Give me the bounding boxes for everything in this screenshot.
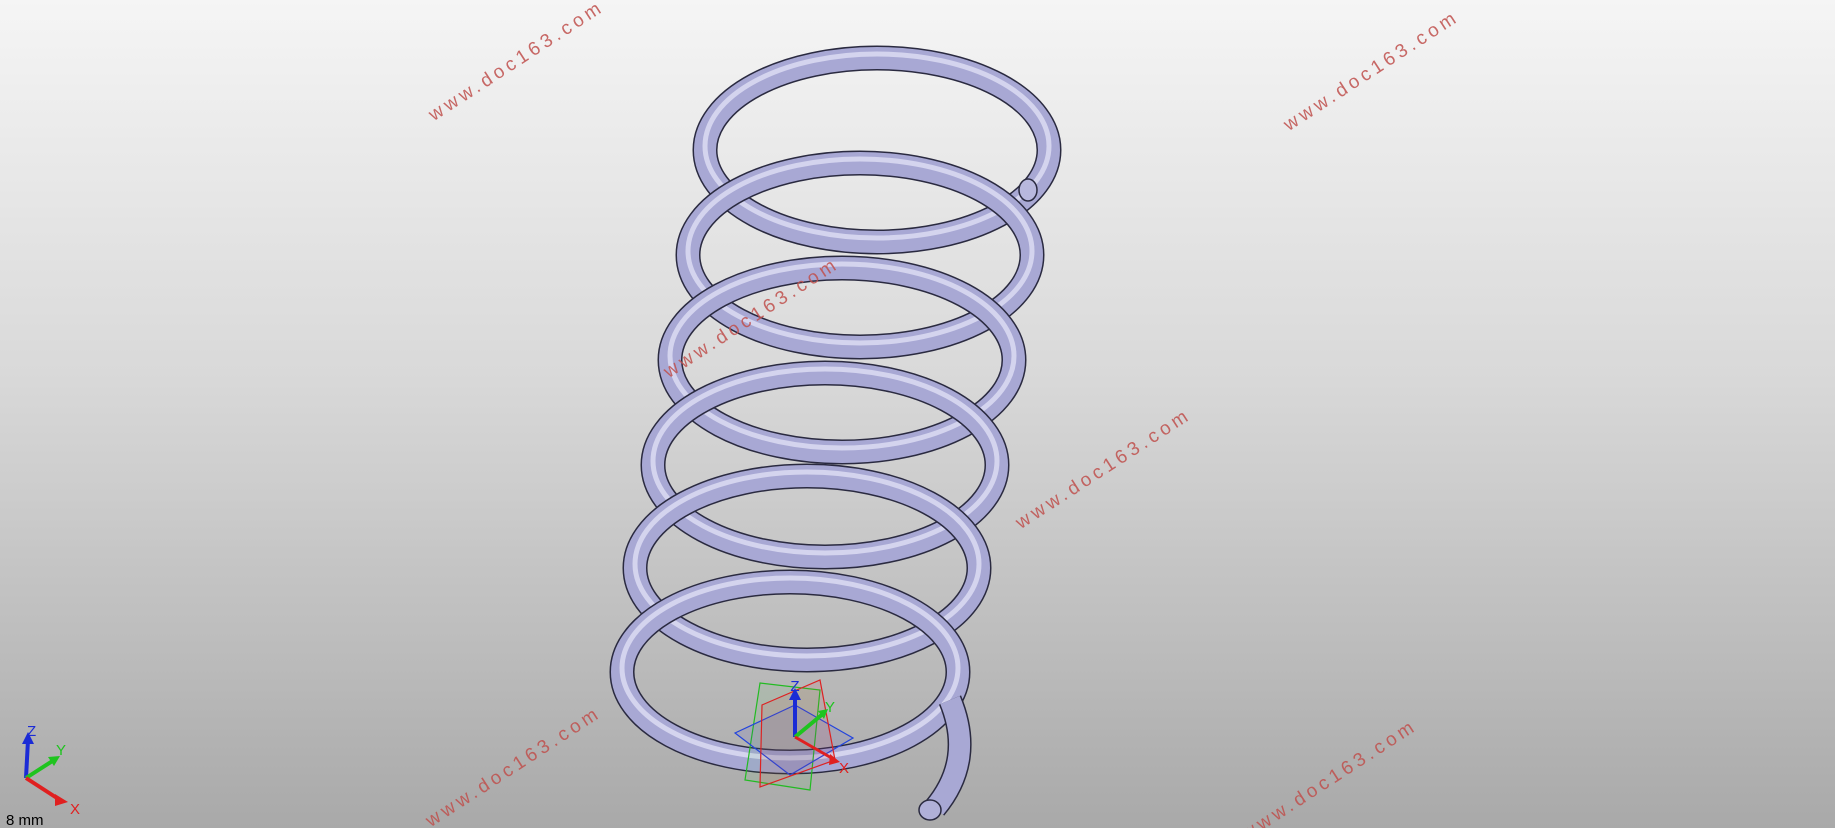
origin-y-label: Y: [825, 699, 835, 716]
3d-viewport[interactable]: Z Y X Z Y X www.doc163.com www.doc163.co…: [0, 0, 1835, 828]
origin-z-label: Z: [790, 678, 799, 695]
scale-bar-label: 8 mm: [6, 812, 44, 828]
origin-triad: Z Y X: [733, 678, 855, 791]
spring-model[interactable]: Z Y X Z Y X: [0, 0, 1835, 828]
triad-y-label: Y: [56, 742, 66, 759]
origin-x-label: X: [839, 760, 849, 777]
spring-coils: [609, 45, 1062, 816]
triad-z-label: Z: [27, 723, 36, 740]
spring-top-end: [1018, 178, 1038, 202]
view-orientation-triad: Z Y X: [22, 723, 80, 818]
spring-end-cap: [918, 799, 942, 821]
triad-x-label: X: [70, 801, 80, 818]
